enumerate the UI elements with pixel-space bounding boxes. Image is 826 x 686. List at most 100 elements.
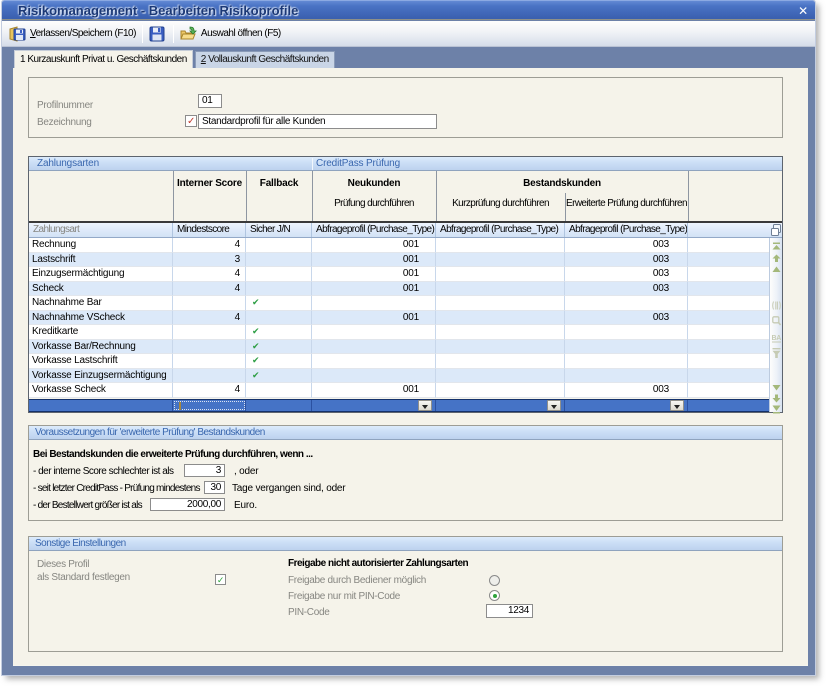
grid-cell-sicher[interactable]: [246, 253, 312, 268]
grid-cell-mindestscore[interactable]: [173, 340, 246, 355]
header-fallback[interactable]: Fallback: [246, 178, 312, 189]
grid-cell-sicher[interactable]: ✔: [246, 296, 312, 311]
page-down-icon[interactable]: [772, 394, 781, 403]
caption-mindestscore[interactable]: Mindestscore: [173, 223, 246, 237]
grid-cell-zahlungsart[interactable]: Vorkasse Lastschrift: [29, 354, 173, 369]
save-button[interactable]: [146, 23, 170, 45]
grid-cell-neukunden[interactable]: 001: [312, 253, 436, 268]
grid-cell-erweitert[interactable]: 003: [565, 311, 688, 326]
grid-cell-zahlungsart[interactable]: Scheck: [29, 282, 173, 297]
grid-cell-neukunden[interactable]: 001: [312, 282, 436, 297]
save-exit-button[interactable]: Verlassen/Speichern (F10): [6, 23, 139, 45]
grid-cell-zahlungsart[interactable]: Rechnung: [29, 238, 173, 253]
grid-cell-kurz[interactable]: [436, 325, 565, 340]
grid-cell-zahlungsart[interactable]: Vorkasse Scheck: [29, 383, 173, 398]
grid-cell-kurz[interactable]: [436, 282, 565, 297]
caption-sicher[interactable]: Sicher J/N: [246, 223, 312, 237]
grid-cell-sicher[interactable]: [246, 311, 312, 326]
grid-cell-mindestscore[interactable]: 4: [173, 267, 246, 282]
dropdown-button-erweitert[interactable]: [670, 400, 684, 411]
header-interner-score[interactable]: Interner Score: [173, 178, 246, 189]
grid-cell-zahlungsart[interactable]: Einzugsermächtigung: [29, 267, 173, 282]
page-up-icon[interactable]: [772, 254, 781, 263]
release-operator-radio[interactable]: [489, 575, 500, 586]
grid-cell-mindestscore[interactable]: 3: [173, 253, 246, 268]
grid-row[interactable]: Rechnung4 001 003: [29, 238, 769, 253]
tab-vollauskunft[interactable]: 2 Vollauskunft Geschäftskunden: [195, 51, 335, 68]
grid-row[interactable]: Vorkasse Scheck4 001 003: [29, 383, 769, 398]
grid-cell-kurz[interactable]: [436, 238, 565, 253]
grid-cell-zahlungsart[interactable]: Vorkasse Einzugsermächtigung: [29, 369, 173, 384]
dropdown-button-neukunden[interactable]: [418, 400, 432, 411]
grid-cell-sicher[interactable]: [246, 282, 312, 297]
columns-icon[interactable]: [772, 301, 781, 310]
grid-cell-neukunden[interactable]: [312, 354, 436, 369]
grid-cell-mindestscore[interactable]: 4: [173, 383, 246, 398]
grid-row[interactable]: Kreditkarte✔: [29, 325, 769, 340]
grid-row[interactable]: Vorkasse Bar/Rechnung ✔: [29, 340, 769, 355]
grid-cell-kurz[interactable]: [436, 267, 565, 282]
rule1-input[interactable]: 3: [184, 464, 225, 477]
grid-cell-mindestscore[interactable]: [173, 325, 246, 340]
grid-new-row-selected[interactable]: [29, 399, 769, 413]
grid-cell-erweitert[interactable]: [565, 340, 688, 355]
grid-row[interactable]: Scheck4001003: [29, 282, 769, 297]
caption-abfrageprofil-kurz[interactable]: Abfrageprofil (Purchase_Type): [436, 223, 565, 237]
grid-cell-erweitert[interactable]: 003: [565, 238, 688, 253]
pin-code-field[interactable]: 1234: [486, 604, 533, 618]
grid-cell-zahlungsart[interactable]: Nachnahme Bar: [29, 296, 173, 311]
grid-cell-kurz[interactable]: [436, 354, 565, 369]
tab-kurzauskunft[interactable]: 1 Kurzauskunft Privat u. Geschäftskunden: [14, 50, 193, 68]
grid-cell-mindestscore[interactable]: [173, 369, 246, 384]
grid-cell-erweitert[interactable]: 003: [565, 253, 688, 268]
grid-row[interactable]: Lastschrift3 001 003: [29, 253, 769, 268]
grid-cell-neukunden[interactable]: [312, 369, 436, 384]
grid-cell-neukunden[interactable]: 001: [312, 311, 436, 326]
grid-row[interactable]: Nachnahme Bar ✔: [29, 296, 769, 311]
grid-cell-sicher[interactable]: [246, 383, 312, 398]
grid-cell-kurz[interactable]: [436, 369, 565, 384]
edit-mask-icon[interactable]: BA: [772, 334, 781, 343]
grid-cell-erweitert[interactable]: 003: [565, 267, 688, 282]
copy-record-icon[interactable]: [771, 224, 782, 236]
grid-cell-erweitert[interactable]: [565, 296, 688, 311]
grid-cell-neukunden[interactable]: 001: [312, 383, 436, 398]
grid-cell-sicher[interactable]: ✔: [246, 340, 312, 355]
header-neukunden[interactable]: Neukunden: [312, 178, 436, 189]
grid-row[interactable]: Vorkasse Lastschrift ✔: [29, 354, 769, 369]
cell-editor[interactable]: [173, 400, 246, 412]
grid-cell-mindestscore[interactable]: 4: [173, 282, 246, 297]
grid-cell-sicher[interactable]: ✔: [246, 354, 312, 369]
grid-cell-erweitert[interactable]: [565, 325, 688, 340]
grid-cell-kurz[interactable]: [436, 383, 565, 398]
grid-cell-mindestscore[interactable]: 4: [173, 238, 246, 253]
title-bar[interactable]: Risikomanagement - Bearbeiten Risikoprof…: [2, 0, 815, 20]
grid-row[interactable]: Einzugsermächtigung4001003: [29, 267, 769, 282]
grid-cell-neukunden[interactable]: 001: [312, 238, 436, 253]
grid-cell-zahlungsart[interactable]: Lastschrift: [29, 253, 173, 268]
grid-cell-neukunden[interactable]: [312, 325, 436, 340]
grid-cell-zahlungsart[interactable]: Nachnahme VScheck: [29, 311, 173, 326]
grid-cell-sicher[interactable]: ✔: [246, 369, 312, 384]
grid-cell-zahlungsart[interactable]: Vorkasse Bar/Rechnung: [29, 340, 173, 355]
grid-cell-kurz[interactable]: [436, 253, 565, 268]
grid-cell-neukunden[interactable]: [312, 340, 436, 355]
grid-cell-mindestscore[interactable]: 4: [173, 311, 246, 326]
default-profile-checkbox[interactable]: ✓: [215, 574, 226, 585]
grid-cell-erweitert[interactable]: [565, 369, 688, 384]
caption-abfrageprofil-neu[interactable]: Abfrageprofil (Purchase_Type): [312, 223, 436, 237]
rule3-input[interactable]: 2000,00: [150, 498, 225, 511]
caption-zahlungsart[interactable]: Zahlungsart: [29, 223, 173, 237]
grid-cell-erweitert[interactable]: 003: [565, 383, 688, 398]
search-icon[interactable]: [772, 316, 781, 327]
rule2-input[interactable]: 30: [204, 481, 225, 494]
grid-cell-mindestscore[interactable]: [173, 354, 246, 369]
grid-cell-mindestscore[interactable]: [173, 296, 246, 311]
close-icon[interactable]: ✕: [796, 4, 810, 18]
row-up-icon[interactable]: [772, 265, 781, 274]
header-bestandskunden[interactable]: Bestandskunden: [436, 178, 688, 189]
bezeichnung-checkbox[interactable]: ✓: [185, 115, 197, 127]
grid-cell-kurz[interactable]: [436, 311, 565, 326]
grid-cell-kurz[interactable]: [436, 296, 565, 311]
open-selection-button[interactable]: Auswahl öffnen (F5): [177, 23, 284, 45]
